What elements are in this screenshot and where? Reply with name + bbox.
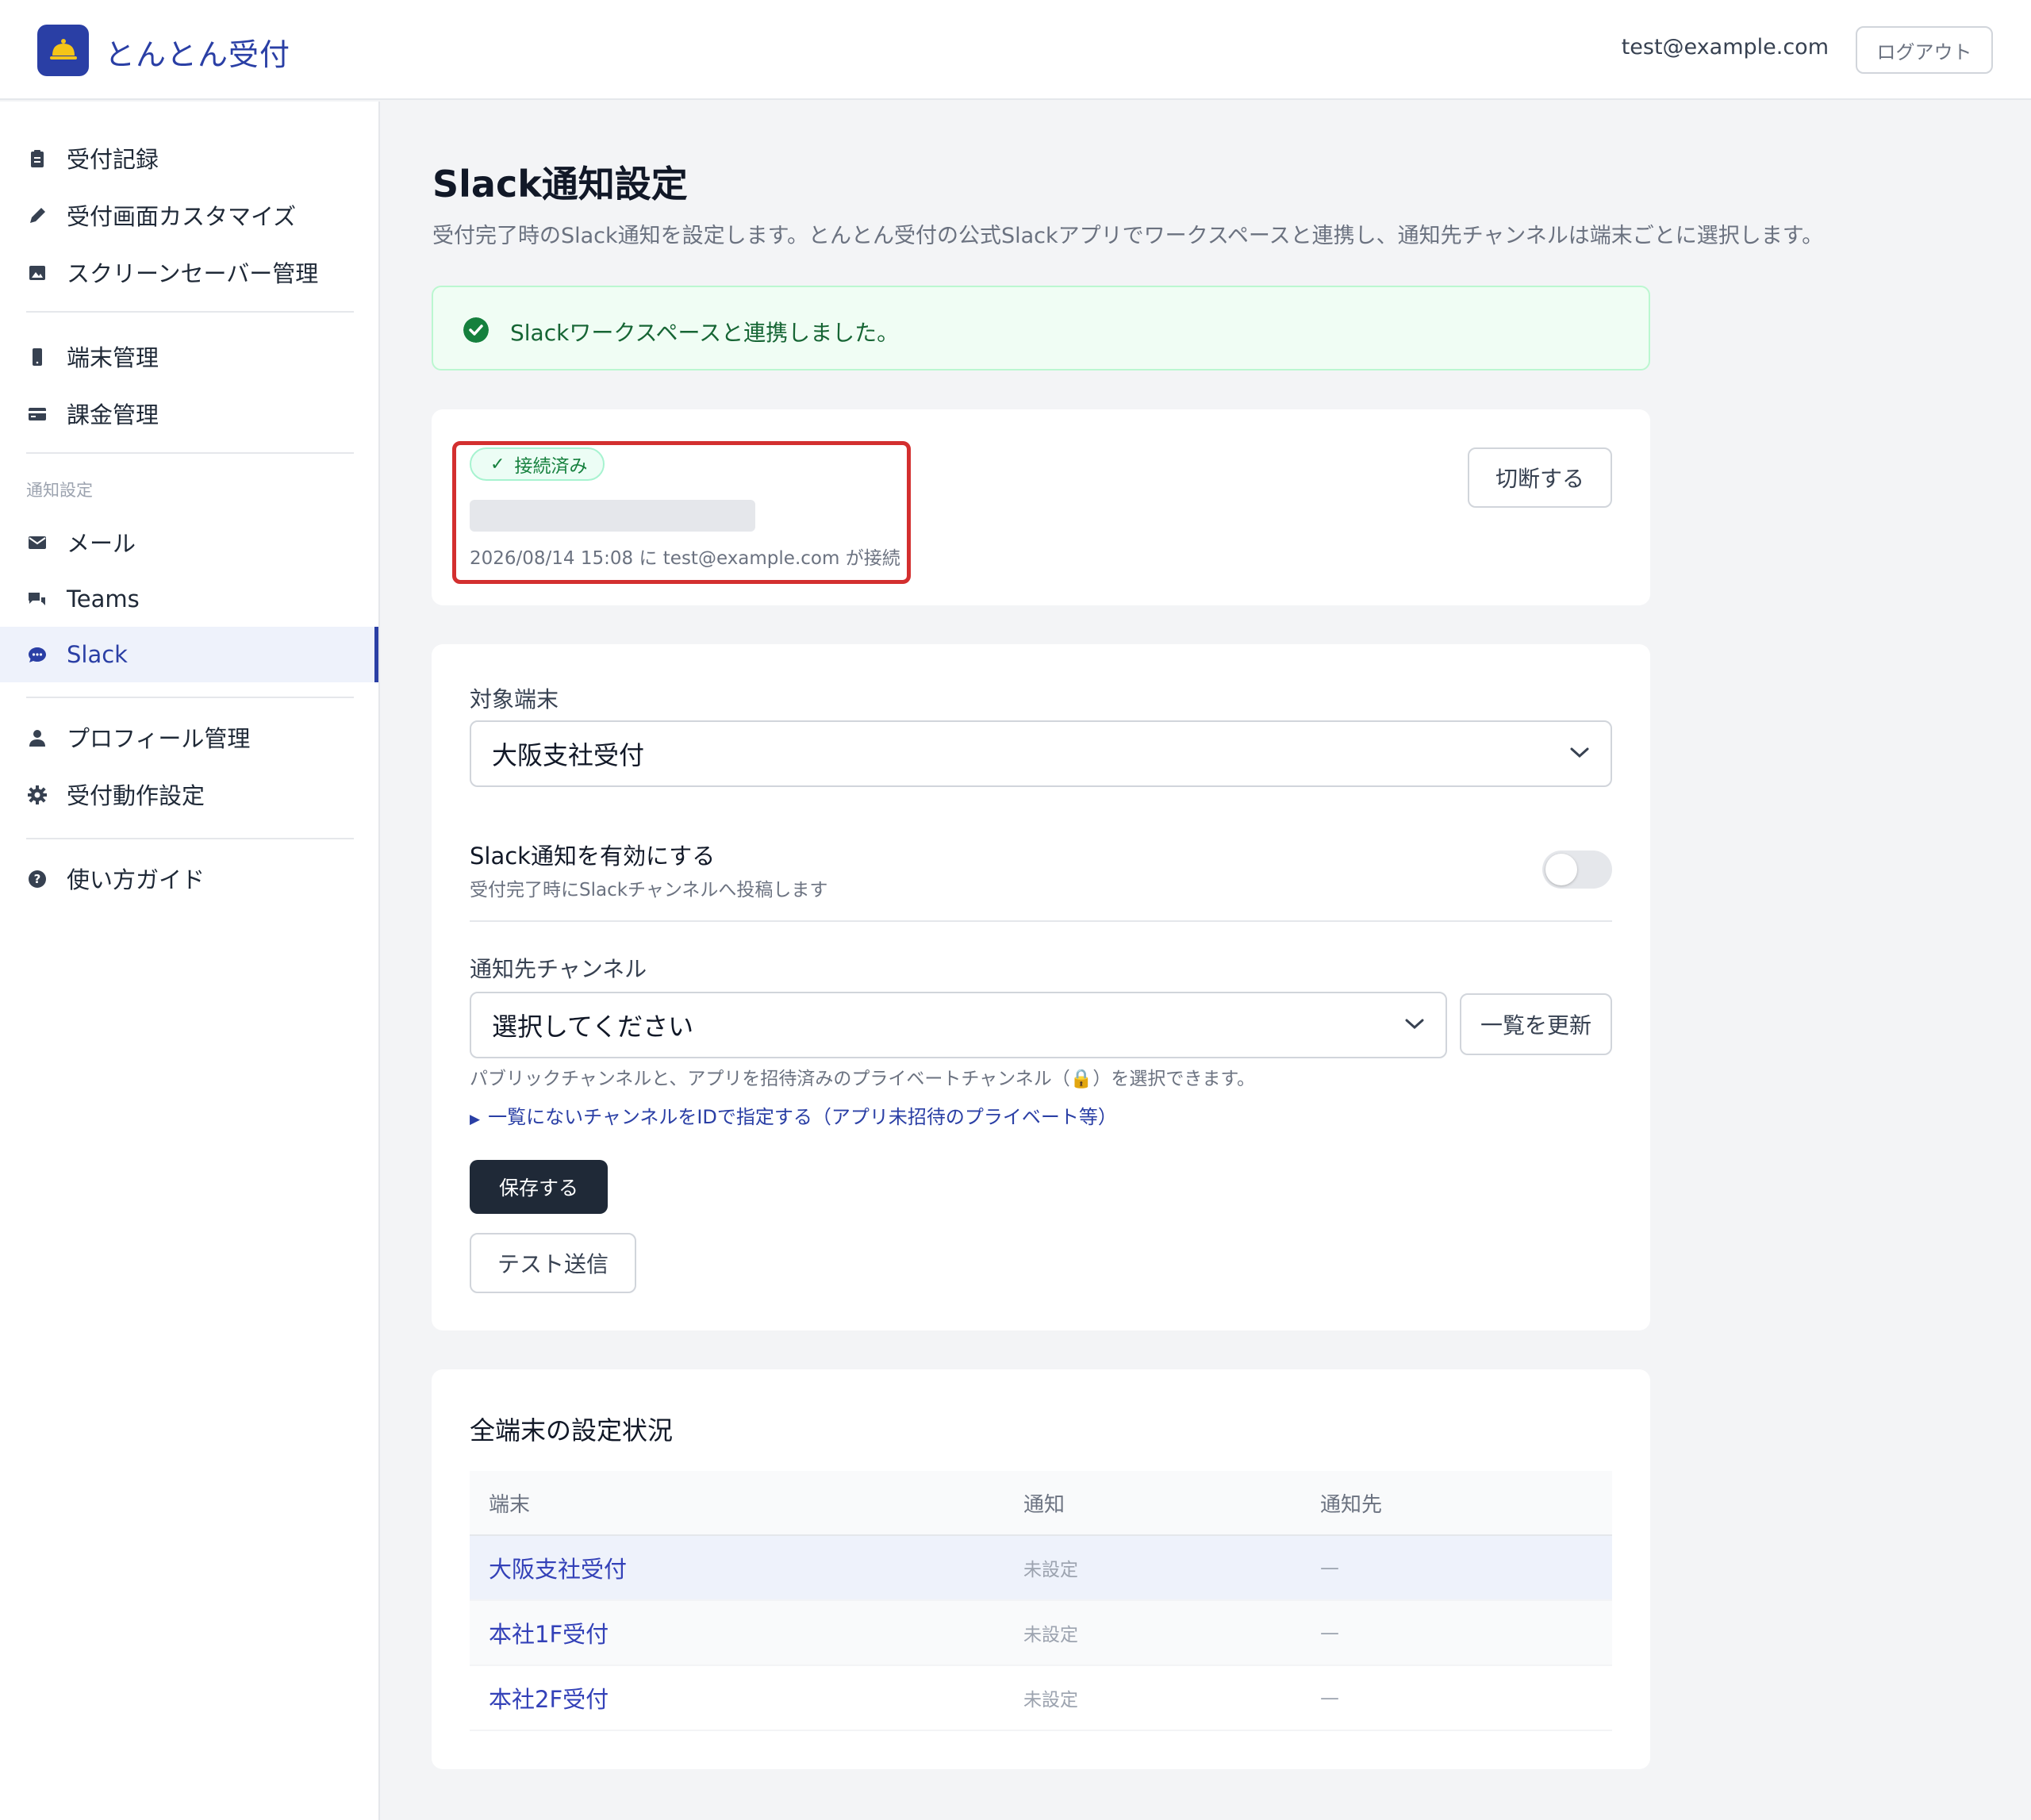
pencil-icon <box>30 208 45 223</box>
device-select[interactable]: 大阪支社受付 <box>470 720 1612 787</box>
sidebar-item-label: Teams <box>67 586 140 612</box>
column-header: 端末 <box>489 1492 531 1517</box>
sidebar-divider <box>26 838 354 839</box>
sidebar: 受付記録 受付画面カスタマイズ スクリーンセーバー管理 端末管理 課金管理 通知… <box>0 102 380 1820</box>
sidebar-item-profile[interactable]: プロフィール管理 <box>0 709 378 765</box>
status-table: 端末 通知 通知先 大阪支社受付 未設定 — 本社1F受付 未設定 — 本社2F… <box>470 1471 1612 1731</box>
bell-icon <box>50 39 77 60</box>
workspace-name-placeholder <box>470 500 755 532</box>
sidebar-item-label: 使い方ガイド <box>67 866 205 893</box>
sidebar-item-label: 受付画面カスタマイズ <box>67 203 297 230</box>
mail-icon <box>29 536 46 549</box>
sidebar-item-label: 受付動作設定 <box>67 782 205 809</box>
refresh-list-button[interactable]: 一覧を更新 <box>1460 993 1612 1055</box>
channel-select[interactable]: 選択してください <box>470 992 1447 1058</box>
sidebar-item-reception-behavior[interactable]: 受付動作設定 <box>0 766 378 822</box>
check-icon: ✓ <box>490 454 505 474</box>
user-email: test@example.com <box>1621 35 1829 60</box>
table-row: 本社1F受付 未設定 — <box>470 1601 1612 1666</box>
sidebar-item-label: メール <box>67 530 136 557</box>
sidebar-item-label: 端末管理 <box>67 344 159 371</box>
channel-select-value: 選択してください <box>492 1012 694 1042</box>
credit-card-icon <box>29 408 46 420</box>
chat-bubbles-icon <box>29 593 45 605</box>
status-heading: 全端末の設定状況 <box>470 1415 674 1446</box>
sidebar-item-billing[interactable]: 課金管理 <box>0 386 378 441</box>
device-label: 対象端末 <box>470 686 559 712</box>
table-header: 端末 通知 通知先 <box>470 1471 1612 1536</box>
status-card: 全端末の設定状況 端末 通知 通知先 大阪支社受付 未設定 — 本社1F受付 未… <box>432 1369 1650 1769</box>
enable-subtitle: 受付完了時にSlackチャンネルへ投稿します <box>470 880 828 900</box>
success-alert: Slackワークスペースと連携しました。 <box>432 286 1650 371</box>
chevron-down-icon <box>1570 747 1589 758</box>
app-title: とんとん受付 <box>105 37 291 72</box>
channel-label: 通知先チャンネル <box>470 956 647 982</box>
sidebar-section-label: 通知設定 <box>26 481 93 500</box>
table-row: 大阪支社受付 未設定 — <box>470 1536 1612 1601</box>
alert-text: Slackワークスペースと連携しました。 <box>510 320 900 346</box>
sidebar-item-slack[interactable]: Slack <box>0 627 378 682</box>
sidebar-item-devices[interactable]: 端末管理 <box>0 328 378 384</box>
column-header: 通知 <box>1023 1492 1065 1517</box>
table-row: 本社2F受付 未設定 — <box>470 1666 1612 1731</box>
settings-card: 対象端末 大阪支社受付 Slack通知を有効にする 受付完了時にSlackチャン… <box>432 644 1650 1330</box>
device-link[interactable]: 大阪支社受付 <box>489 1536 627 1599</box>
sidebar-divider <box>26 697 354 698</box>
app-logo <box>37 25 89 76</box>
connection-card: ✓ 接続済み 2026/08/14 15:08 に test@example.c… <box>432 409 1650 605</box>
destination: — <box>1320 1687 1339 1709</box>
tablet-icon <box>33 348 42 366</box>
page-description: 受付完了時のSlack通知を設定します。とんとん受付の公式Slackアプリでワー… <box>432 224 1824 248</box>
sidebar-divider <box>26 311 354 313</box>
sidebar-item-mail[interactable]: メール <box>0 514 378 570</box>
page-title: Slack通知設定 <box>432 163 688 205</box>
column-header: 通知先 <box>1320 1492 1383 1517</box>
sidebar-item-label: Slack <box>67 641 128 668</box>
test-send-button[interactable]: テスト送信 <box>470 1233 636 1293</box>
help-circle-icon: ? <box>29 870 46 888</box>
connected-info: 2026/08/14 15:08 に test@example.com が接続 <box>470 548 900 569</box>
person-icon <box>29 730 45 747</box>
triangle-right-icon: ▶ <box>470 1112 481 1127</box>
sidebar-item-reception-log[interactable]: 受付記録 <box>0 130 378 186</box>
status-badge-label: 接続済み <box>514 456 588 477</box>
device-select-value: 大阪支社受付 <box>492 740 645 770</box>
chevron-down-icon <box>1405 1019 1424 1030</box>
notify-status: 未設定 <box>1023 1690 1078 1711</box>
notify-status: 未設定 <box>1023 1560 1078 1580</box>
sidebar-item-label: 受付記録 <box>67 146 159 173</box>
svg-text:?: ? <box>34 872 41 886</box>
toggle-knob <box>1545 854 1577 885</box>
divider <box>470 920 1612 922</box>
app-header: とんとん受付 test@example.com ログアウト <box>0 0 2031 100</box>
device-link[interactable]: 本社1F受付 <box>489 1601 609 1664</box>
sidebar-item-guide[interactable]: ? 使い方ガイド <box>0 850 378 906</box>
chat-dots-icon <box>29 647 46 662</box>
device-link[interactable]: 本社2F受付 <box>489 1666 609 1730</box>
specify-channel-id-label: 一覧にないチャンネルをIDで指定する（アプリ未招待のプライベート等） <box>488 1106 1117 1128</box>
notify-status: 未設定 <box>1023 1625 1078 1645</box>
enable-title: Slack通知を有効にする <box>470 843 716 870</box>
image-icon <box>29 266 45 280</box>
clipboard-icon <box>31 150 44 167</box>
destination: — <box>1320 1622 1339 1644</box>
check-circle-icon <box>463 317 489 343</box>
sidebar-item-screensaver[interactable]: スクリーンセーバー管理 <box>0 244 378 300</box>
specify-channel-id-toggle[interactable]: ▶ 一覧にないチャンネルをIDで指定する（アプリ未招待のプライベート等） <box>470 1101 1117 1129</box>
sidebar-item-label: スクリーンセーバー管理 <box>67 260 319 287</box>
channel-help-text: パブリックチャンネルと、アプリを招待済みのプライベートチャンネル（🔒）を選択でき… <box>470 1069 1256 1089</box>
save-button[interactable]: 保存する <box>470 1160 608 1214</box>
sidebar-item-teams[interactable]: Teams <box>0 571 378 627</box>
sidebar-divider <box>26 452 354 454</box>
disconnect-button[interactable]: 切断する <box>1468 447 1612 508</box>
sidebar-item-label: プロフィール管理 <box>67 725 251 752</box>
enable-toggle[interactable] <box>1542 850 1612 889</box>
sidebar-item-customize[interactable]: 受付画面カスタマイズ <box>0 187 378 243</box>
gear-icon <box>28 785 47 804</box>
destination: — <box>1320 1557 1339 1579</box>
status-badge: ✓ 接続済み <box>470 447 605 481</box>
logout-button[interactable]: ログアウト <box>1856 26 1993 74</box>
sidebar-item-label: 課金管理 <box>67 401 159 428</box>
